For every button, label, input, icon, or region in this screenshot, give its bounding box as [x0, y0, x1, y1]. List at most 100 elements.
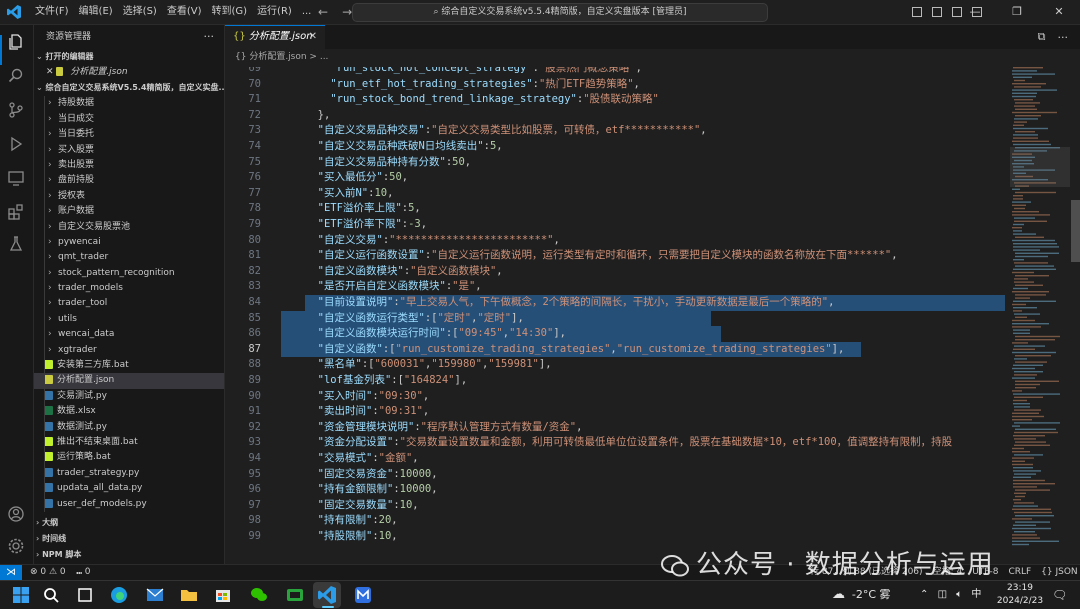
- explorer-icon[interactable]: [7, 33, 25, 51]
- toggle-sidebar-icon[interactable]: [912, 7, 922, 17]
- search-icon[interactable]: [7, 67, 25, 85]
- npm-scripts-header[interactable]: › NPM 脚本: [34, 547, 224, 563]
- code-view[interactable]: 69 "run_stock_hot_concept_strategy":"股票热…: [225, 67, 1005, 564]
- code-line[interactable]: "run_etf_hot_trading_strategies":"热门ETF趋…: [305, 77, 640, 93]
- folder-item[interactable]: › 账户数据: [34, 204, 224, 220]
- file-item[interactable]: 数据测试.py: [34, 419, 224, 435]
- file-item[interactable]: 交易测试.py: [34, 388, 224, 405]
- code-line[interactable]: "持有限制":20,: [305, 513, 398, 529]
- notification-icon[interactable]: 🗨︎: [1052, 581, 1067, 609]
- code-line[interactable]: "资金管理模块说明":"程序默认管理方式有数量/资金",: [305, 420, 583, 436]
- volume-icon[interactable]: 🔈︎: [956, 589, 962, 600]
- menu-more[interactable]: ...: [297, 0, 317, 24]
- folder-item[interactable]: › trader_models: [34, 281, 224, 297]
- minimap[interactable]: [1010, 67, 1070, 564]
- code-line[interactable]: "黑名单":["600031","159980","159981"],: [305, 357, 552, 373]
- file-item[interactable]: 安装第三方库.bat: [34, 358, 224, 374]
- mail-icon[interactable]: [144, 584, 166, 606]
- folder-item[interactable]: › stock_pattern_recognition: [34, 265, 224, 282]
- file-item[interactable]: 数据.xlsx: [34, 404, 224, 420]
- folder-item[interactable]: › pywencai: [34, 234, 224, 251]
- forward-arrow-icon[interactable]: →: [342, 5, 352, 19]
- problems-indicator[interactable]: ⊗ 0 ⚠ 0: [30, 567, 66, 577]
- testing-flask-icon[interactable]: [7, 235, 25, 253]
- code-line[interactable]: "自定义函数运行类型":["定时","定时"],: [305, 311, 524, 327]
- open-editor-item[interactable]: ✕ 分析配置.json: [34, 65, 224, 80]
- code-line[interactable]: "买入前N":10,: [305, 186, 394, 202]
- remote-indicator-icon[interactable]: ⋊: [0, 565, 22, 580]
- folder-item[interactable]: › 授权表: [34, 188, 224, 205]
- code-line[interactable]: "自定义函数模块运行时间":["09:45","14:30"],: [305, 326, 566, 342]
- gear-icon[interactable]: [7, 537, 25, 555]
- menu-edit[interactable]: 编辑(E): [74, 0, 118, 24]
- menu-go[interactable]: 转到(G): [207, 0, 253, 24]
- app-m-icon[interactable]: [352, 584, 374, 606]
- code-line[interactable]: "自定义交易品种持有分数":50,: [305, 155, 471, 171]
- code-line[interactable]: "目前设置说明":"早上交易人气，下午做概念，2个策略的间隔长，干扰小，手动更新…: [305, 295, 835, 311]
- code-line[interactable]: "交易模式":"金额",: [305, 451, 419, 467]
- ime-indicator[interactable]: 中: [971, 589, 981, 600]
- remote-explorer-icon[interactable]: [7, 169, 25, 187]
- file-item[interactable]: user_def_models.py: [34, 496, 224, 512]
- code-line[interactable]: "run_stock_hot_concept_strategy":"股票热门概念…: [305, 67, 642, 77]
- code-line[interactable]: "固定交易数量":10,: [305, 498, 419, 514]
- task-view-icon[interactable]: [74, 584, 96, 606]
- more-actions-icon[interactable]: ···: [204, 30, 215, 43]
- open-editors-header[interactable]: ⌄ 打开的编辑器: [34, 49, 224, 65]
- edge-browser-icon[interactable]: [108, 584, 130, 606]
- file-item[interactable]: trader_strategy.py: [34, 465, 224, 482]
- code-line[interactable]: "卖出时间":"09:31",: [305, 404, 430, 420]
- folder-item[interactable]: › 持股数据: [34, 96, 224, 112]
- code-line[interactable]: "自定义交易品种交易":"自定义交易类型比如股票，可转债，etf********…: [305, 123, 707, 139]
- extensions-icon[interactable]: [7, 203, 25, 221]
- account-icon[interactable]: [7, 505, 25, 523]
- run-debug-icon[interactable]: [7, 135, 25, 153]
- code-line[interactable]: "自定义函数":["run_customize_trading_strategi…: [305, 342, 845, 358]
- code-line[interactable]: "买入时间":"09:30",: [305, 389, 430, 405]
- code-line[interactable]: "lof基金列表":["164824"],: [305, 373, 468, 389]
- maximize-button[interactable]: ❐: [996, 0, 1038, 24]
- terminal-app-icon[interactable]: [284, 584, 306, 606]
- code-line[interactable]: "自定义函数模块":"自定义函数模块",: [305, 264, 503, 280]
- code-line[interactable]: "自定义交易":"************************",: [305, 233, 560, 249]
- menu-view[interactable]: 查看(V): [162, 0, 207, 24]
- code-line[interactable]: "固定交易资金":10000,: [305, 467, 438, 483]
- vscode-taskbar-icon[interactable]: [316, 584, 338, 606]
- code-line[interactable]: "持股限制":10,: [305, 529, 398, 545]
- minimap-viewport[interactable]: [1010, 147, 1070, 187]
- folder-item[interactable]: › utils: [34, 311, 224, 328]
- close-tab-icon[interactable]: ✕: [309, 26, 317, 48]
- split-editor-icon[interactable]: ⧉: [1038, 30, 1046, 44]
- menu-selection[interactable]: 选择(S): [118, 0, 162, 24]
- tray-chevron-icon[interactable]: ⌃: [920, 589, 928, 600]
- folder-item[interactable]: › 卖出股票: [34, 157, 224, 174]
- minimize-button[interactable]: —: [954, 0, 996, 24]
- toggle-panel-icon[interactable]: [932, 7, 942, 17]
- project-header[interactable]: ⌄ 综合自定义交易系统V5.5.4精简版，自定义实盘...: [34, 80, 224, 96]
- folder-item[interactable]: › 当日委托: [34, 127, 224, 143]
- folder-item[interactable]: › qmt_trader: [34, 250, 224, 266]
- store-icon[interactable]: [212, 584, 234, 606]
- code-line[interactable]: "自定义运行函数设置":"自定义运行函数说明，运行类型有定时和循环，只需要把自定…: [305, 248, 898, 264]
- folder-item[interactable]: › 自定义交易股票池: [34, 219, 224, 235]
- timeline-header[interactable]: › 时间线: [34, 531, 224, 547]
- close-window-button[interactable]: ✕: [1038, 0, 1080, 24]
- outline-header[interactable]: › 大纲: [34, 515, 224, 531]
- folder-item[interactable]: › 买入股票: [34, 142, 224, 158]
- menu-run[interactable]: 运行(R): [252, 0, 297, 24]
- code-line[interactable]: "自定义交易品种跌破N日均线卖出":5,: [305, 139, 503, 155]
- code-line[interactable]: "资金分配设置":"交易数量设置数量和金额，利用可转债最低单位位设置条件，股票在…: [305, 435, 953, 451]
- clock[interactable]: 23:19 2024/2/23: [994, 581, 1046, 609]
- folder-item[interactable]: › wencai_data: [34, 327, 224, 343]
- folder-item[interactable]: › xgtrader: [34, 342, 224, 359]
- menu-file[interactable]: 文件(F): [30, 0, 74, 24]
- windows-start-icon[interactable]: [10, 584, 32, 606]
- file-item[interactable]: updata_all_data.py: [34, 481, 224, 497]
- source-control-icon[interactable]: [7, 101, 25, 119]
- wechat-icon[interactable]: [248, 584, 270, 606]
- code-line[interactable]: "是否开启自定义函数模块":"是",: [305, 279, 482, 295]
- ports-indicator[interactable]: ⑉ 0: [77, 567, 91, 577]
- code-line[interactable]: "ETF溢价率下限":-3,: [305, 217, 427, 233]
- taskbar-search-icon[interactable]: [40, 584, 62, 606]
- code-line[interactable]: "run_stock_bond_trend_linkage_strategy":…: [305, 92, 659, 108]
